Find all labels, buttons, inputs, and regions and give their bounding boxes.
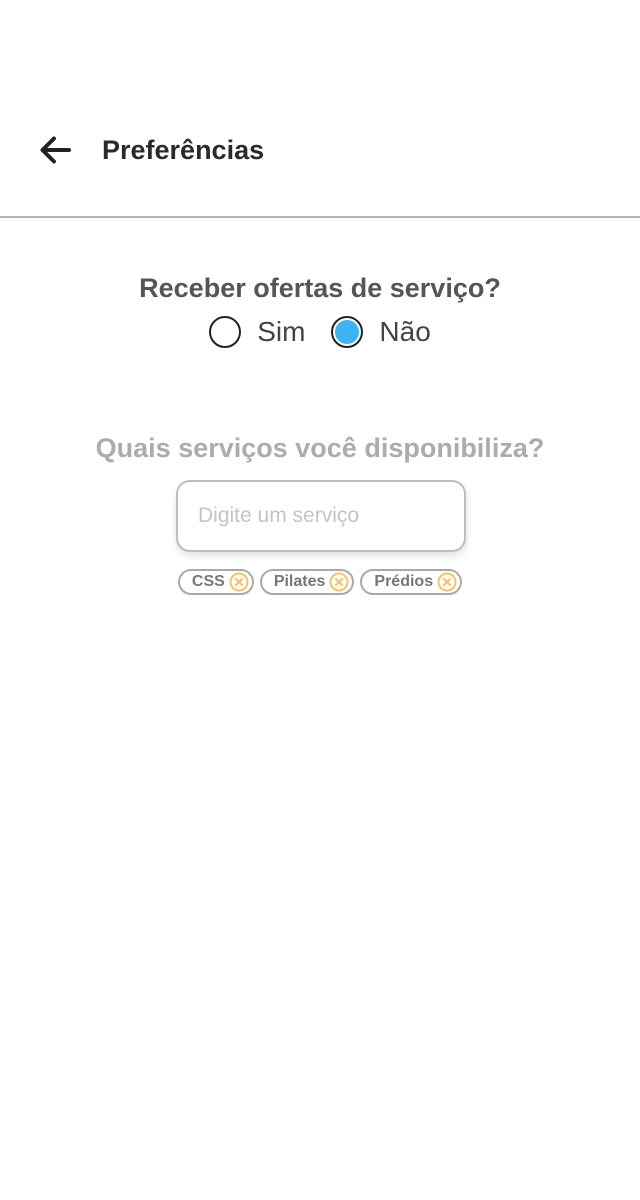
radio-button-sim[interactable] — [209, 316, 242, 348]
radio-selected-dot — [335, 320, 360, 344]
service-tag-label: Prédios — [374, 573, 434, 590]
radio-option-nao[interactable]: Não — [331, 314, 431, 350]
radio-option-sim[interactable]: Sim — [209, 314, 305, 350]
offers-question: Receber ofertas de serviço? — [139, 273, 501, 303]
close-circle-icon — [329, 572, 349, 592]
radio-button-nao[interactable] — [331, 316, 364, 348]
radio-label-nao: Não — [379, 316, 431, 347]
service-tag: CSS — [177, 569, 254, 595]
close-circle-icon — [437, 572, 457, 592]
service-tag-label: Pilates — [273, 573, 326, 590]
page-title: Preferências — [102, 135, 265, 165]
preferences-screen: Preferências Receber ofertas de serviço?… — [0, 0, 640, 1200]
service-tag-label: CSS — [191, 573, 225, 590]
tag-remove-button[interactable] — [437, 572, 457, 592]
offers-radio-group: Sim Não — [0, 312, 640, 352]
close-circle-icon — [229, 572, 249, 592]
back-button[interactable] — [30, 128, 80, 172]
service-input[interactable] — [176, 480, 466, 552]
service-tag: Prédios — [360, 569, 463, 595]
service-tag: Pilates — [259, 569, 355, 595]
tag-remove-button[interactable] — [329, 572, 349, 592]
services-question: Quais serviços você disponibiliza? — [95, 433, 545, 463]
app-header: Preferências — [0, 0, 640, 218]
arrow-left-icon — [40, 136, 71, 164]
tag-remove-button[interactable] — [229, 572, 249, 592]
service-tags: CSS Pilates Prédios — [0, 569, 640, 595]
radio-label-sim: Sim — [257, 316, 306, 347]
